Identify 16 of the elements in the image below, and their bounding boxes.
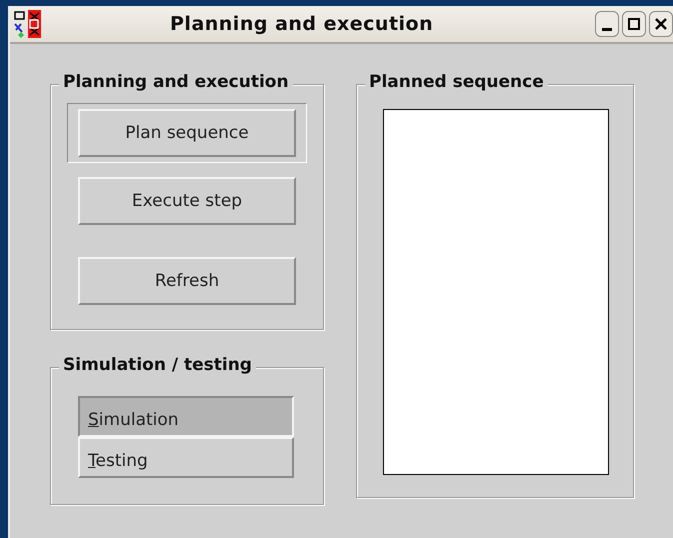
group-title: Planned sequence bbox=[365, 72, 548, 92]
minimize-button[interactable] bbox=[595, 11, 619, 37]
action-button[interactable]: Execute step bbox=[78, 177, 296, 225]
minimize-icon bbox=[602, 28, 612, 30]
close-icon bbox=[654, 17, 668, 31]
toggle-button[interactable]: Testing bbox=[78, 437, 294, 478]
group-title: Simulation / testing bbox=[59, 355, 256, 375]
action-button[interactable]: Refresh bbox=[78, 257, 296, 305]
app-icon bbox=[12, 10, 42, 38]
action-button[interactable]: Plan sequence bbox=[78, 109, 296, 157]
group-title: Planning and execution bbox=[59, 72, 293, 92]
window-title: Planning and execution bbox=[170, 13, 434, 35]
maximize-icon bbox=[627, 17, 641, 31]
close-button[interactable] bbox=[649, 11, 673, 37]
maximize-button[interactable] bbox=[622, 11, 646, 37]
toggle-button[interactable]: Simulation bbox=[78, 396, 294, 437]
